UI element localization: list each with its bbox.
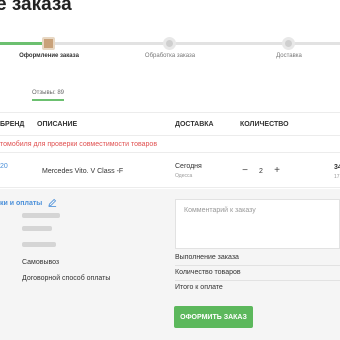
step-label-checkout: Оформление заказа (19, 53, 79, 59)
compatibility-warning[interactable]: томобиля для проверки совместимости това… (0, 141, 157, 148)
payment-method: Договорной способ оплаты (22, 275, 111, 282)
submit-order-button[interactable]: ОФОРМИТЬ ЗАКАЗ (174, 306, 253, 328)
step-label-processing: Обработка заказа (144, 53, 196, 59)
total-label: Итого к оплате (175, 284, 223, 291)
step-marker-checkout[interactable] (42, 37, 55, 50)
pencil-icon[interactable] (48, 198, 57, 207)
delivery-city: Одесса (175, 173, 193, 179)
order-comment-input[interactable] (175, 199, 340, 249)
rating-bar (32, 99, 64, 101)
column-header-brand: БРЕНД (0, 121, 25, 128)
rating: Отзывы: 89 (32, 90, 64, 101)
item-count-label: Количество товаров (175, 269, 241, 276)
column-header-quantity: КОЛИЧЕСТВО (240, 121, 289, 128)
product-name: Mercedes Vito. V Class -F (42, 168, 124, 175)
page-title: е заказа (0, 0, 72, 15)
divider (175, 265, 340, 266)
payment-section-title[interactable]: ки и оплаты (0, 200, 42, 207)
rating-label: Отзывы: 89 (32, 90, 64, 96)
redacted-text (22, 213, 60, 218)
qty-plus-button[interactable]: + (272, 166, 282, 176)
price-secondary: 17 (334, 174, 340, 180)
quantity-stepper: − 2 + (240, 164, 282, 178)
column-header-delivery: ДОСТАВКА (175, 121, 214, 128)
delivery-method: Самовывоз (22, 259, 60, 266)
step-marker-delivery[interactable] (282, 37, 295, 50)
rating-bar-fill (32, 99, 64, 101)
quantity-value[interactable]: 2 (259, 168, 263, 175)
table-row: 20 Mercedes Vito. V Class -F Сегодня Оде… (0, 152, 340, 188)
step-label-delivery: Доставка (276, 53, 302, 59)
product-code-link[interactable]: 20 (0, 163, 8, 170)
divider (175, 280, 340, 281)
step-marker-processing[interactable] (163, 37, 176, 50)
table-header: БРЕНД ОПИСАНИЕ ДОСТАВКА КОЛИЧЕСТВО (0, 112, 340, 136)
price: 34 (334, 164, 340, 171)
redacted-text (22, 226, 52, 231)
redacted-text (22, 242, 56, 247)
qty-minus-button[interactable]: − (240, 166, 250, 176)
fulfillment-label: Выполнение заказа (175, 254, 239, 261)
column-header-description: ОПИСАНИЕ (37, 121, 78, 128)
delivery-date: Сегодня (175, 163, 202, 170)
